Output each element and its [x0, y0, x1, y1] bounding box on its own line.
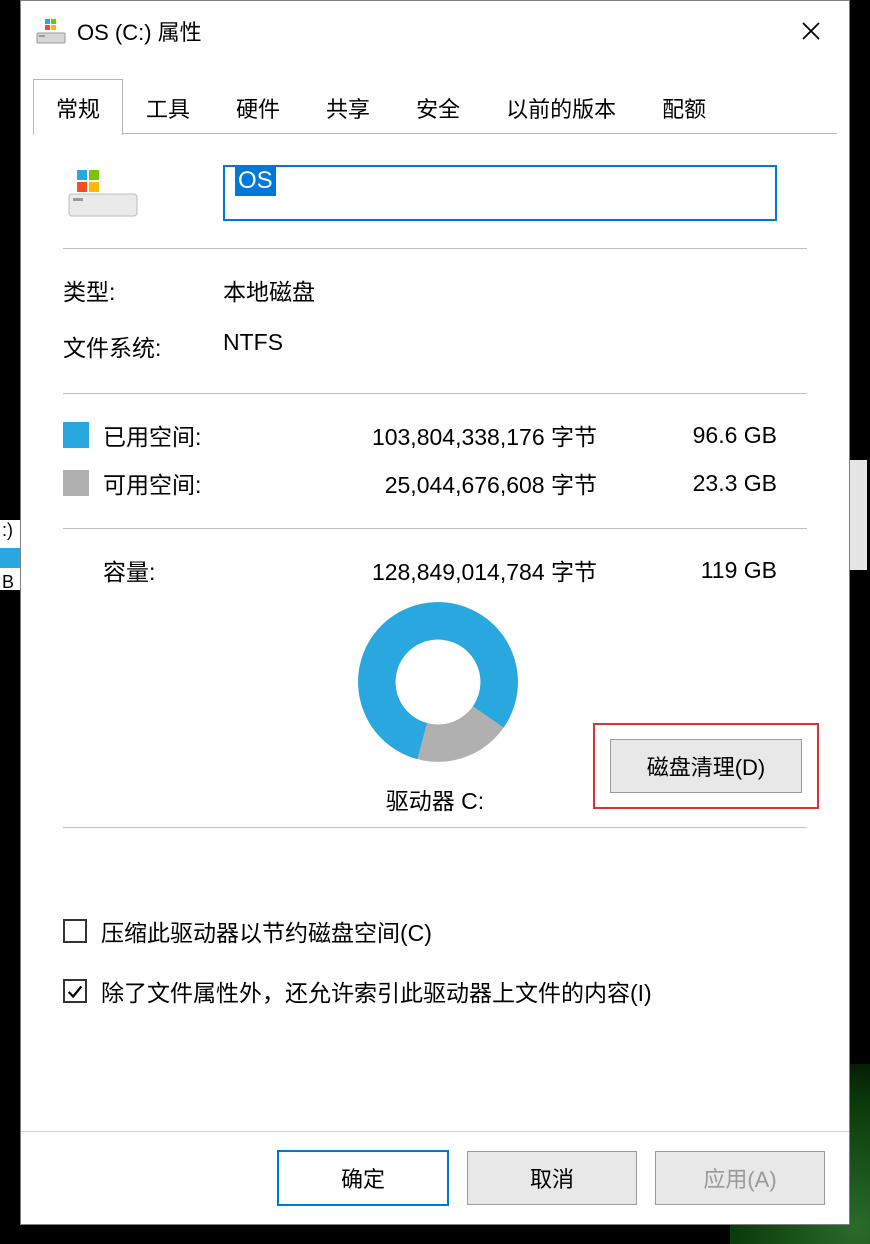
capacity-bytes: 128,849,014,784 字节 [243, 553, 637, 587]
divider [63, 248, 807, 249]
index-label: 除了文件属性外，还允许索引此驱动器上文件的内容(I) [101, 974, 652, 1008]
tab-tools[interactable]: 工具 [123, 79, 213, 134]
type-value: 本地磁盘 [223, 273, 315, 307]
background-left-sliver: :) B [0, 520, 20, 590]
divider [63, 528, 807, 529]
drive-name-input[interactable]: OS [223, 165, 777, 221]
divider [63, 827, 807, 828]
capacity-label: 容量: [103, 553, 243, 587]
ok-label: 确定 [341, 1162, 385, 1194]
tab-general[interactable]: 常规 [33, 79, 123, 135]
free-gb: 23.3 GB [637, 470, 807, 497]
used-gb: 96.6 GB [637, 422, 807, 449]
background-right-scrollbar [850, 460, 867, 570]
tab-quota[interactable]: 配额 [639, 79, 729, 134]
used-label: 已用空间: [103, 418, 243, 452]
apply-label: 应用(A) [703, 1162, 776, 1194]
free-bytes: 25,044,676,608 字节 [243, 466, 637, 500]
titlebar: OS (C:) 属性 [21, 1, 849, 61]
tabstrip: 常规 工具 硬件 共享 安全 以前的版本 配额 [21, 61, 849, 134]
tab-security[interactable]: 安全 [393, 79, 483, 134]
window-title: OS (C:) 属性 [77, 15, 787, 47]
compress-checkbox[interactable] [63, 919, 87, 943]
close-icon [801, 21, 821, 41]
ok-button[interactable]: 确定 [277, 1150, 449, 1206]
tab-content: OS 类型: 本地磁盘 文件系统: NTFS 已用空间: 103,804,338… [21, 134, 849, 1008]
used-bytes: 103,804,338,176 字节 [243, 418, 637, 452]
dialog-footer: 确定 取消 应用(A) [21, 1131, 849, 1224]
divider [63, 393, 807, 394]
free-color-swatch [63, 470, 89, 496]
cancel-button[interactable]: 取消 [467, 1151, 637, 1205]
compress-label: 压缩此驱动器以节约磁盘空间(C) [101, 914, 432, 948]
index-checkbox[interactable] [63, 979, 87, 1003]
disk-cleanup-label: 磁盘清理(D) [647, 750, 766, 782]
close-button[interactable] [787, 7, 835, 55]
fs-value: NTFS [223, 329, 283, 363]
check-icon [66, 982, 84, 1000]
free-label: 可用空间: [103, 466, 243, 500]
used-color-swatch [63, 422, 89, 448]
drive-title-icon [35, 15, 67, 47]
properties-dialog: OS (C:) 属性 常规 工具 硬件 共享 安全 以前的版本 配额 [20, 0, 850, 1225]
drive-name-value: OS [235, 165, 276, 196]
apply-button[interactable]: 应用(A) [655, 1151, 825, 1205]
cancel-label: 取消 [530, 1162, 574, 1194]
fs-label: 文件系统: [63, 329, 223, 363]
tab-previous[interactable]: 以前的版本 [483, 79, 639, 134]
tab-hardware[interactable]: 硬件 [213, 79, 303, 134]
type-label: 类型: [63, 273, 223, 307]
disk-cleanup-button[interactable]: 磁盘清理(D) [610, 739, 802, 793]
usage-donut-chart [353, 597, 523, 767]
capacity-gb: 119 GB [637, 557, 807, 584]
tab-sharing[interactable]: 共享 [303, 79, 393, 134]
cleanup-highlight: 磁盘清理(D) [593, 723, 819, 809]
drive-icon [63, 164, 143, 222]
